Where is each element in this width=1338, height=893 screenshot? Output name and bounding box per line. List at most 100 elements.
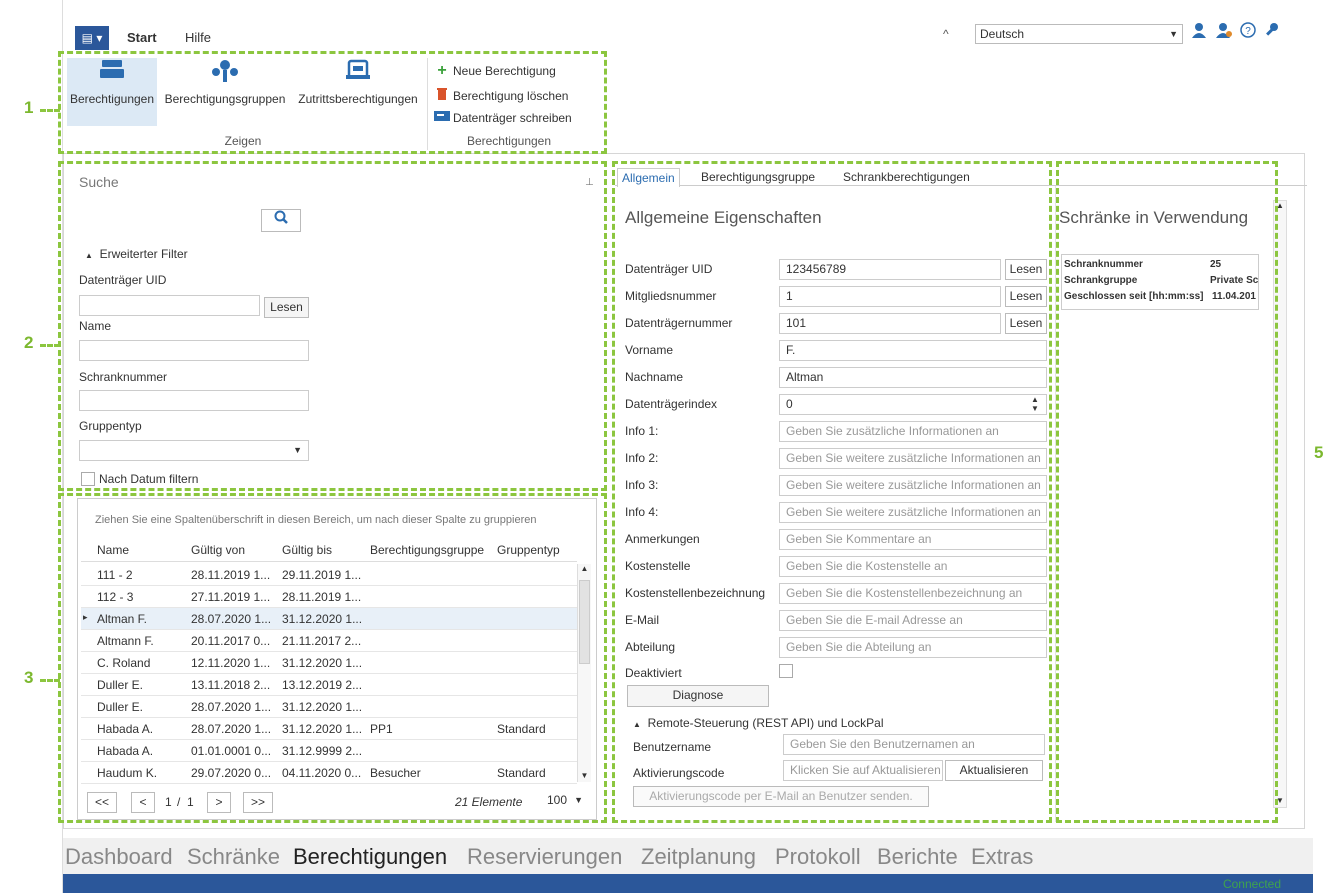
column-permission-group[interactable]: Berechtigungsgruppe <box>370 543 484 557</box>
pager-current-page[interactable]: 1 <box>165 795 172 809</box>
pin-icon[interactable]: ⊥ <box>585 177 594 188</box>
field-input[interactable]: Geben Sie weitere zusätzliche Informatio… <box>779 475 1047 496</box>
filter-read-button[interactable]: Lesen <box>264 297 309 318</box>
nav-extras[interactable]: Extras <box>971 844 1033 870</box>
column-valid-to[interactable]: Gültig bis <box>282 543 332 557</box>
ribbon-access-permissions-button[interactable]: Zutrittsberechtigungen <box>293 58 423 126</box>
pager-first-button[interactable]: << <box>87 792 117 813</box>
table-row[interactable]: C. Roland 12.11.2020 1... 31.12.2020 1... <box>81 652 577 674</box>
scroll-thumb[interactable] <box>579 580 590 664</box>
diagnose-button[interactable]: Diagnose <box>627 685 769 707</box>
tab-general[interactable]: Allgemein <box>617 168 680 187</box>
field-input[interactable]: 101 <box>779 313 1001 334</box>
field-label: Info 4: <box>625 505 659 519</box>
read-button[interactable]: Lesen <box>1005 313 1047 334</box>
field-input[interactable]: 0 <box>779 394 1047 415</box>
details-heading: Allgemeine Eigenschaften <box>625 208 822 227</box>
tab-hilfe[interactable]: Hilfe <box>185 30 211 45</box>
refresh-button[interactable]: Aktualisieren <box>945 760 1043 781</box>
field-input[interactable]: 123456789 <box>779 259 1001 280</box>
table-row[interactable]: Haudum K. 29.07.2020 0... 04.11.2020 0... B… <box>81 762 577 784</box>
remote-section-toggle[interactable]: ▲ Remote-Steuerung (REST API) und LockPa… <box>633 716 884 730</box>
lockers-scrollbar[interactable]: ▲ ▼ <box>1273 200 1287 808</box>
scroll-up-icon[interactable]: ▲ <box>578 564 591 573</box>
field-label: Info 3: <box>625 478 659 492</box>
column-valid-from[interactable]: Gültig von <box>191 543 245 557</box>
field-input[interactable]: Altman <box>779 367 1047 388</box>
advanced-filter-toggle[interactable]: ▲ Erweiterter Filter <box>85 247 188 261</box>
details-tab-strip <box>615 185 1307 186</box>
field-input[interactable]: Geben Sie Kommentare an <box>779 529 1047 550</box>
field-input[interactable]: Geben Sie die Kostenstellenbezeichnung a… <box>779 583 1047 604</box>
date-filter-checkbox[interactable] <box>81 472 95 486</box>
ribbon-write-card-button[interactable]: Datenträger schreiben <box>433 110 572 125</box>
ribbon-delete-permission-button[interactable]: Berechtigung löschen <box>433 86 568 103</box>
scroll-up-icon[interactable]: ▲ <box>1274 201 1286 210</box>
pager-prev-button[interactable]: < <box>131 792 155 813</box>
pager-last-button[interactable]: >> <box>243 792 273 813</box>
table-row[interactable]: Duller E. 13.11.2018 2... 13.12.2019 2... <box>81 674 577 696</box>
user-settings-icon[interactable] <box>1215 22 1233 43</box>
send-code-button[interactable]: Aktivierungscode per E-Mail an Benutzer … <box>633 786 929 807</box>
table-row[interactable]: Habada A. 01.01.0001 0... 31.12.9999 2... <box>81 740 577 762</box>
field-input[interactable]: Geben Sie weitere zusätzliche Informatio… <box>779 448 1047 469</box>
bottom-navigation: Dashboard Schränke Berechtigungen Reserv… <box>63 838 1313 874</box>
field-label: Abteilung <box>625 640 676 654</box>
filter-name-input[interactable] <box>79 340 309 361</box>
nav-reservations[interactable]: Reservierungen <box>467 844 622 870</box>
collapse-arrow-icon: ▲ <box>633 720 641 729</box>
field-label: Datenträgernummer <box>625 316 733 330</box>
app-menu-button[interactable]: ▤ ▾ <box>75 26 109 50</box>
help-icon[interactable]: ? <box>1240 22 1256 43</box>
activation-code-input[interactable]: Klicken Sie auf Aktualisieren <box>783 760 943 781</box>
collapse-ribbon-icon[interactable]: ^ <box>943 27 949 41</box>
table-row[interactable]: ▸ Altman F. 28.07.2020 1... 31.12.2020 1... <box>81 608 577 630</box>
table-row[interactable]: Duller E. 28.07.2020 1... 31.12.2020 1... <box>81 696 577 718</box>
tab-locker-permissions[interactable]: Schrankberechtigungen <box>843 170 970 184</box>
field-input[interactable]: 1 <box>779 286 1001 307</box>
cell-name: C. Roland <box>97 656 151 670</box>
nav-scheduling[interactable]: Zeitplanung <box>641 844 756 870</box>
grid-scrollbar[interactable]: ▲ ▼ <box>577 564 591 782</box>
deactivated-checkbox[interactable] <box>779 664 793 678</box>
pager-next-button[interactable]: > <box>207 792 231 813</box>
field-input[interactable]: Geben Sie die Kostenstelle an <box>779 556 1047 577</box>
column-name[interactable]: Name <box>97 543 129 557</box>
field-input[interactable]: F. <box>779 340 1047 361</box>
column-group-type[interactable]: Gruppentyp <box>497 543 560 557</box>
key-icon[interactable] <box>1263 22 1279 43</box>
scroll-down-icon[interactable]: ▼ <box>578 771 591 780</box>
table-row[interactable]: Habada A. 28.07.2020 1... 31.12.2020 1... P… <box>81 718 577 740</box>
field-input[interactable]: Geben Sie die Abteilung an <box>779 637 1047 658</box>
table-row[interactable]: 111 - 2 28.11.2019 1... 29.11.2019 1... <box>81 564 577 586</box>
user-icon[interactable] <box>1191 22 1207 43</box>
pager-size-select[interactable]: 100 ▼ <box>541 791 585 812</box>
field-input[interactable]: Geben Sie die E-mail Adresse an <box>779 610 1047 631</box>
filter-uid-input[interactable] <box>79 295 260 316</box>
table-row[interactable]: Altmann F. 20.11.2017 0... 21.11.2017 2... <box>81 630 577 652</box>
ribbon-permissions-button[interactable]: Berechtigungen <box>67 58 157 126</box>
filter-locker-input[interactable] <box>79 390 309 411</box>
username-input[interactable]: Geben Sie den Benutzernamen an <box>783 734 1045 755</box>
read-button[interactable]: Lesen <box>1005 286 1047 307</box>
scroll-down-icon[interactable]: ▼ <box>1274 796 1286 805</box>
tab-start[interactable]: Start <box>127 30 157 45</box>
ribbon-permission-groups-button[interactable]: Berechtigungsgruppen <box>159 58 291 126</box>
nav-permissions[interactable]: Berechtigungen <box>293 844 447 870</box>
field-input[interactable]: Geben Sie zusätzliche Informationen an <box>779 421 1047 442</box>
language-select[interactable]: Deutsch ▼ <box>975 24 1183 44</box>
nav-reports[interactable]: Berichte <box>877 844 958 870</box>
table-row[interactable]: 112 - 3 27.11.2019 1... 28.11.2019 1... <box>81 586 577 608</box>
lockers-divider <box>1055 186 1056 822</box>
nav-lockers[interactable]: Schränke <box>187 844 280 870</box>
search-button[interactable] <box>261 209 301 232</box>
field-input[interactable]: Geben Sie weitere zusätzliche Informatio… <box>779 502 1047 523</box>
field-label: Anmerkungen <box>625 532 700 546</box>
filter-group-type-select[interactable]: ▼ <box>79 440 309 461</box>
tab-permission-group[interactable]: Berechtigungsgruppe <box>701 170 815 184</box>
read-button[interactable]: Lesen <box>1005 259 1047 280</box>
ribbon-new-permission-button[interactable]: + Neue Berechtigung <box>433 62 555 80</box>
spinner-icon[interactable]: ▲ ▼ <box>1031 395 1039 413</box>
nav-protocol[interactable]: Protokoll <box>775 844 861 870</box>
nav-dashboard[interactable]: Dashboard <box>65 844 173 870</box>
